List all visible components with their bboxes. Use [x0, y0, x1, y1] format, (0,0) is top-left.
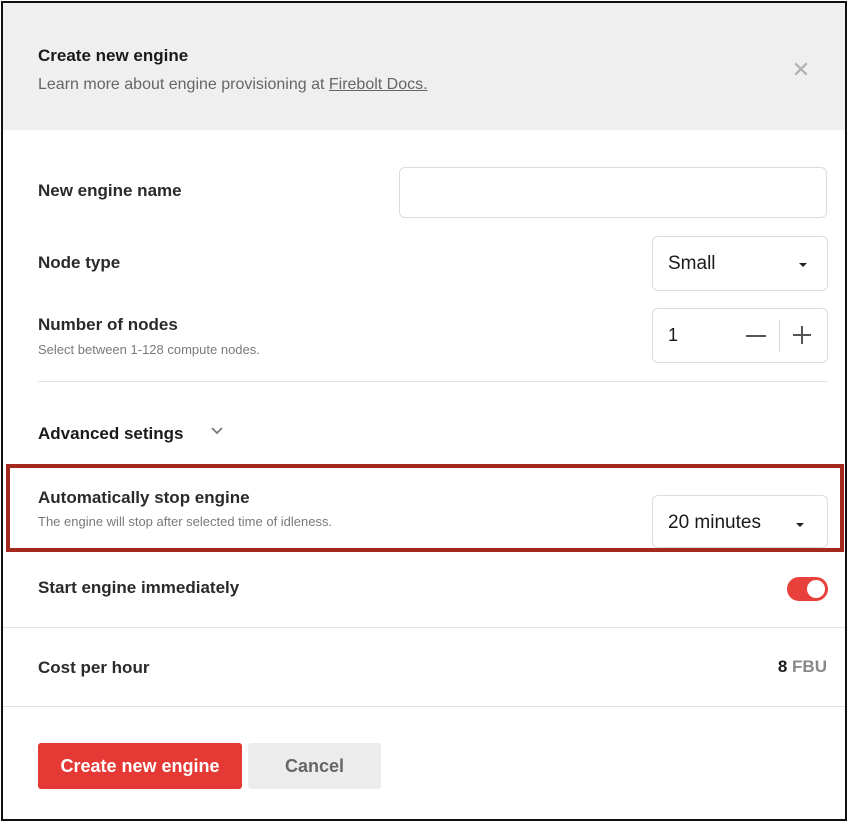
chevron-down-icon[interactable]: [211, 427, 223, 437]
cost-value: 8 FBU: [643, 657, 827, 677]
node-type-value: Small: [668, 253, 716, 274]
cost-unit: FBU: [792, 657, 827, 676]
firebolt-docs-link[interactable]: Firebolt Docs.: [329, 76, 428, 93]
nodes-value: 1: [668, 325, 679, 345]
dialog-header: Create new engine Learn more about engin…: [3, 3, 845, 130]
dialog-title: Create new engine: [38, 46, 189, 65]
close-icon[interactable]: ✕: [789, 58, 813, 82]
subtitle-text: Learn more about engine provisioning at: [38, 76, 329, 93]
start-immediately-label: Start engine immediately: [38, 578, 240, 597]
node-type-select[interactable]: Small: [652, 236, 828, 291]
start-immediately-toggle[interactable]: [787, 577, 828, 601]
highlight-box: [6, 464, 844, 552]
node-type-label: Node type: [38, 253, 121, 272]
cancel-button[interactable]: Cancel: [248, 743, 381, 789]
create-engine-button[interactable]: Create new engine: [38, 743, 242, 789]
caret-down-icon: [799, 263, 807, 267]
cost-number: 8: [777, 657, 788, 676]
nodes-hint: Select between 1-128 compute nodes.: [38, 342, 260, 357]
cost-label: Cost per hour: [38, 658, 150, 677]
section-divider: [38, 381, 828, 382]
engine-name-input[interactable]: [399, 167, 827, 218]
dialog-subtitle: Learn more about engine provisioning at …: [38, 76, 428, 94]
stepper-divider: [779, 320, 780, 352]
nodes-stepper[interactable]: 1: [652, 308, 828, 363]
toggle-knob: [807, 580, 825, 598]
plus-icon[interactable]: [793, 326, 811, 344]
section-divider: [3, 706, 845, 707]
minus-icon[interactable]: [746, 319, 768, 351]
section-divider: [3, 627, 845, 628]
create-engine-dialog: Create new engine Learn more about engin…: [1, 1, 847, 821]
nodes-label: Number of nodes: [38, 315, 178, 334]
advanced-settings-toggle[interactable]: Advanced setings: [38, 424, 184, 444]
engine-name-label: New engine name: [38, 181, 182, 200]
